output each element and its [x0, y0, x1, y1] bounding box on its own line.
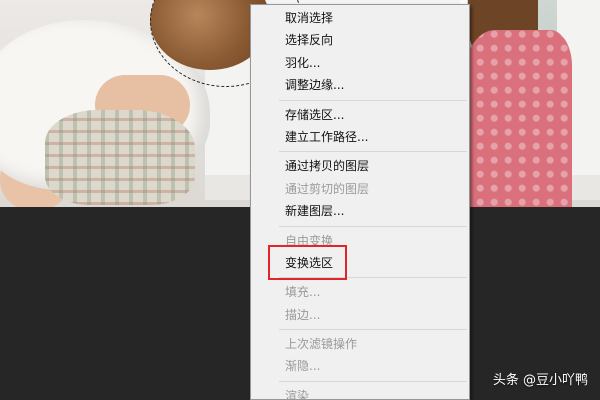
menu-item-stroke: 描边... — [285, 307, 321, 322]
menu-item-transform-selection[interactable]: 变换选区 — [251, 252, 469, 274]
menu-item-save-selection[interactable]: 存储选区... — [251, 104, 469, 126]
menu-item-fade: 渐隐... — [285, 359, 321, 374]
menu-item-last-filter: 上次滤镜操作 — [285, 337, 358, 352]
menu-item-free-transform: 自由变换 — [285, 233, 334, 248]
menu-item-refine-edge[interactable]: 调整边缘... — [251, 74, 469, 96]
photo-child-shorts — [45, 110, 195, 205]
menu-item-deselect[interactable]: 取消选择 — [251, 7, 469, 29]
menu-item-render: 渲染 — [285, 388, 310, 400]
menu-separator — [279, 329, 467, 331]
menu-item-select-inverse[interactable]: 选择反向 — [251, 29, 469, 51]
selection-context-menu: 取消选择 选择反向 羽化... 调整边缘... 存储选区... 建立工作路径..… — [250, 4, 470, 400]
menu-separator — [279, 277, 467, 279]
menu-item-new-layer[interactable]: 新建图层... — [251, 200, 469, 222]
menu-item-make-work-path[interactable]: 建立工作路径... — [251, 126, 469, 148]
menu-item-layer-via-cut: 通过剪切的图层 — [285, 181, 370, 196]
watermark-text: 头条 @豆小吖鸭 — [492, 373, 588, 388]
menu-separator — [279, 151, 467, 153]
photo-second-child-dress — [462, 30, 572, 207]
menu-separator — [279, 380, 467, 382]
menu-separator — [279, 99, 467, 101]
menu-item-layer-via-copy[interactable]: 通过拷贝的图层 — [251, 155, 469, 177]
menu-item-feather[interactable]: 羽化... — [251, 52, 469, 74]
menu-item-fill: 填充... — [285, 285, 321, 300]
menu-separator — [279, 225, 467, 227]
